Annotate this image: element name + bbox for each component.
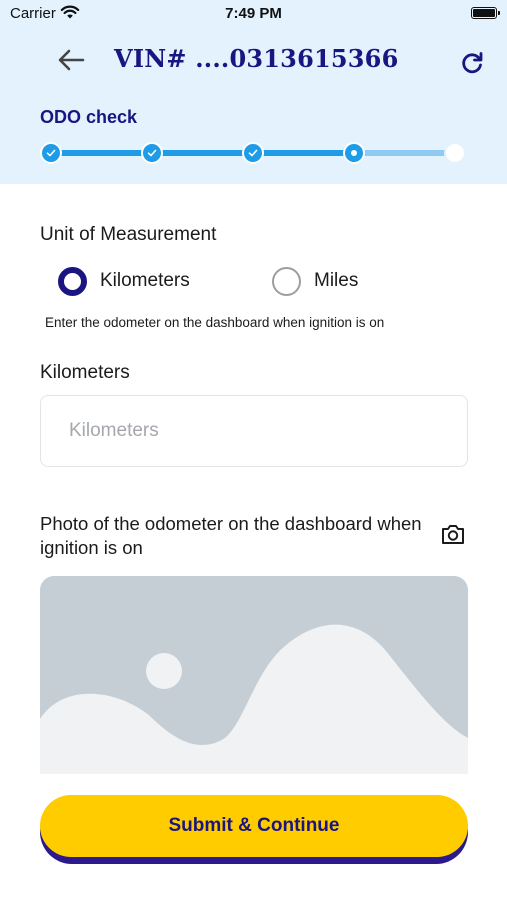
battery-icon xyxy=(471,7,500,19)
radio-miles[interactable]: Miles xyxy=(272,266,358,296)
radio-checked-icon[interactable] xyxy=(58,266,87,296)
camera-icon[interactable] xyxy=(440,522,466,546)
progress-stepper xyxy=(40,142,466,164)
back-arrow-icon[interactable] xyxy=(56,47,86,73)
photo-label: Photo of the odometer on the dashboard w… xyxy=(40,513,422,558)
step-current-dot xyxy=(343,142,365,164)
image-placeholder-icon xyxy=(40,576,468,774)
step-completed-check-icon xyxy=(40,142,62,164)
radio-unchecked-icon[interactable] xyxy=(272,266,301,296)
unit-label: Unit of Measurement xyxy=(40,224,217,245)
step-completed-check-icon xyxy=(141,142,163,164)
kilometers-input[interactable] xyxy=(40,395,468,467)
photo-placeholder[interactable] xyxy=(40,576,468,774)
submit-continue-button[interactable]: Submit & Continue xyxy=(40,795,468,857)
step-title: ODO check xyxy=(40,107,138,127)
radio-label-kilometers: Kilometers xyxy=(100,270,190,291)
clock-time: 7:49 PM xyxy=(225,5,282,22)
odometer-hint: Enter the odometer on the dashboard when… xyxy=(45,315,385,330)
step-completed-check-icon xyxy=(242,142,264,164)
vin-title: VIN# ....0313615366 xyxy=(114,44,399,73)
refresh-icon[interactable] xyxy=(459,50,485,76)
radio-label-miles: Miles xyxy=(314,270,359,291)
odometer-label: Kilometers xyxy=(40,362,130,383)
progress-fill xyxy=(52,150,355,156)
status-bar: Carrier 7:49 PM xyxy=(0,0,507,28)
radio-kilometers[interactable]: Kilometers xyxy=(58,266,190,296)
step-pending-dot xyxy=(444,142,466,164)
